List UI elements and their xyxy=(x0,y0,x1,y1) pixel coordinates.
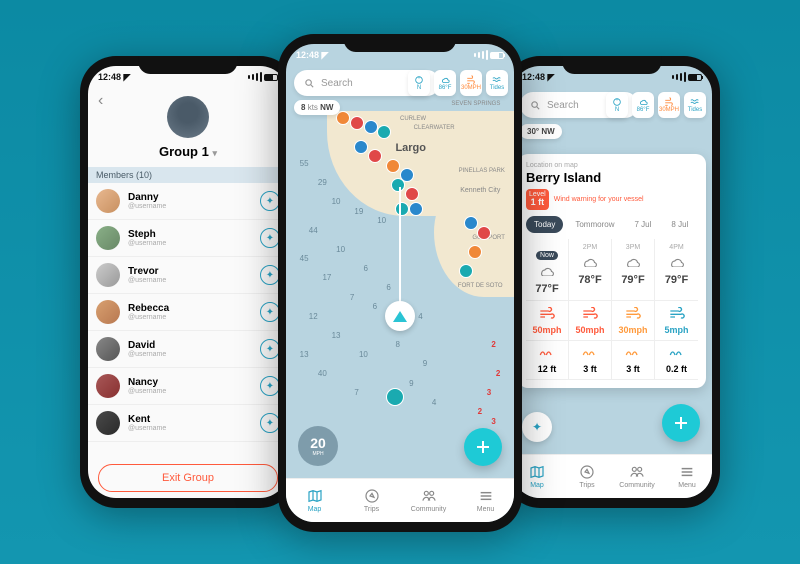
day-tabs[interactable]: Today Tommorow 7 Jul 8 Jul xyxy=(526,216,698,233)
tab-trips[interactable]: Trips xyxy=(562,455,612,498)
warning-text: Wind warning for your vessel xyxy=(554,196,644,204)
member-row[interactable]: Trevor@username✦ xyxy=(88,257,288,294)
member-row[interactable]: Nancy@username✦ xyxy=(88,368,288,405)
member-row[interactable]: Steph@username✦ xyxy=(88,220,288,257)
wind-badge: 8 kts NW xyxy=(294,100,340,115)
locate-icon[interactable]: ✦ xyxy=(260,339,280,359)
tides-chip[interactable]: Tides xyxy=(684,92,706,118)
locate-icon[interactable]: ✦ xyxy=(260,413,280,433)
search-icon xyxy=(304,78,315,89)
search-icon xyxy=(530,100,541,111)
avatar xyxy=(96,226,120,250)
vessel-marker[interactable] xyxy=(385,301,415,331)
tab-tomorrow[interactable]: Tommorow xyxy=(567,216,622,233)
city-label: PINELLAS PARK xyxy=(459,168,505,174)
member-row[interactable]: Rebecca@username✦ xyxy=(88,294,288,331)
wind-direction-badge: 30° NW xyxy=(520,124,562,139)
location-label: Location on map xyxy=(526,162,698,169)
tab-menu[interactable]: Menu xyxy=(662,455,712,498)
compass-chip[interactable]: N xyxy=(408,70,430,96)
locate-icon[interactable]: ✦ xyxy=(260,265,280,285)
weather-chip[interactable]: 86°F xyxy=(434,70,456,96)
add-button[interactable] xyxy=(662,404,700,442)
compass-button[interactable]: ✦ xyxy=(522,412,552,442)
tabbar: Map Trips Community Menu xyxy=(286,478,514,522)
wind-chip[interactable]: 30MPH xyxy=(460,70,482,96)
speed-indicator: 20MPH xyxy=(298,426,338,466)
phone-group: 12:48 ◤ ‹ Group 1 ▾ Members (10) Danny@u… xyxy=(80,56,296,508)
avatar xyxy=(96,337,120,361)
city-label-largo: Largo xyxy=(395,142,426,154)
group-title: Group 1 ▾ xyxy=(88,144,288,159)
locate-icon[interactable]: ✦ xyxy=(260,376,280,396)
tab-menu[interactable]: Menu xyxy=(457,479,514,522)
members-list[interactable]: Danny@username✦ Steph@username✦ Trevor@u… xyxy=(88,183,288,458)
locate-icon[interactable]: ✦ xyxy=(260,228,280,248)
locate-icon[interactable]: ✦ xyxy=(260,302,280,322)
city-label: Kenneth City xyxy=(460,187,500,194)
member-row[interactable]: Danny@username✦ xyxy=(88,183,288,220)
tab-map[interactable]: Map xyxy=(286,479,343,522)
weather-card: Location on map Berry Island Level1 ft W… xyxy=(518,154,706,388)
tab-community[interactable]: Community xyxy=(400,479,457,522)
tabbar: Map Trips Community Menu xyxy=(512,454,712,498)
tab-today[interactable]: Today xyxy=(526,216,563,233)
city-label: FORT DE SOTO xyxy=(458,283,503,289)
phone-map: SEVEN SPRINGS Largo CURLEW CLEARWATER PI… xyxy=(278,34,522,532)
tides-chip[interactable]: Tides xyxy=(486,70,508,96)
avatar xyxy=(96,411,120,435)
exit-group-button[interactable]: Exit Group xyxy=(98,464,278,492)
location-name: Berry Island xyxy=(526,170,698,185)
phone-weather: 12:48 ◤ Search N 86°F 30MPH Tides 30° NW… xyxy=(504,56,720,508)
tab-day3[interactable]: 7 Jul xyxy=(626,216,659,233)
avatar xyxy=(96,263,120,287)
group-avatar[interactable] xyxy=(167,96,209,138)
tab-day4[interactable]: 8 Jul xyxy=(663,216,696,233)
members-header: Members (10) xyxy=(88,167,288,183)
weather-chip[interactable]: 86°F xyxy=(632,92,654,118)
city-label: SEVEN SPRINGS xyxy=(451,101,500,107)
avatar xyxy=(96,374,120,398)
tab-community[interactable]: Community xyxy=(612,455,662,498)
warning-badge: Level1 ft xyxy=(526,189,549,210)
locate-icon[interactable]: ✦ xyxy=(260,191,280,211)
avatar xyxy=(96,300,120,324)
forecast-grid: Now77°F 2PM78°F 3PM79°F 4PM79°F 50mph 50… xyxy=(526,239,698,380)
member-row[interactable]: Kent@username✦ xyxy=(88,405,288,442)
city-label: CLEARWATER xyxy=(414,125,455,131)
member-row[interactable]: David@username✦ xyxy=(88,331,288,368)
avatar xyxy=(96,189,120,213)
tab-trips[interactable]: Trips xyxy=(343,479,400,522)
back-button[interactable]: ‹ xyxy=(98,92,103,110)
city-label: CURLEW xyxy=(400,116,426,122)
compass-chip[interactable]: N xyxy=(606,92,628,118)
wind-chip[interactable]: 30MPH xyxy=(658,92,680,118)
add-button[interactable] xyxy=(464,428,502,466)
